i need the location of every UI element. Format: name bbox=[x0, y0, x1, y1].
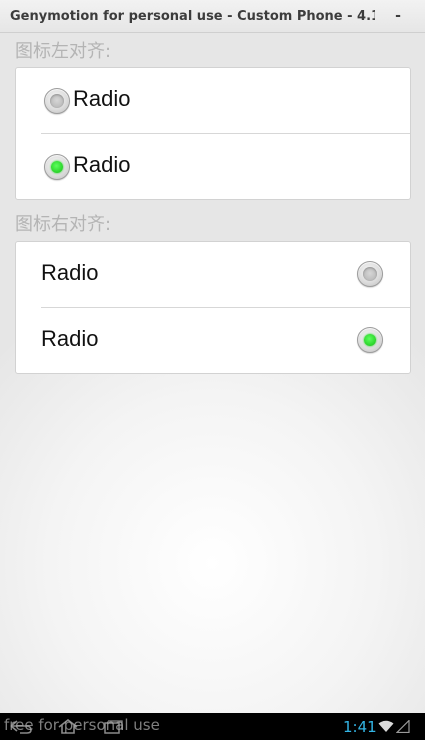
wifi-icon bbox=[378, 720, 394, 732]
radio-option-right-2[interactable]: Radio bbox=[16, 308, 410, 373]
section-header-left-aligned: 图标左对齐: bbox=[15, 41, 112, 62]
radio-option-left-2[interactable]: Radio bbox=[16, 134, 410, 199]
radio-button-unchecked-icon[interactable] bbox=[44, 88, 70, 114]
app-content: 图标左对齐: Radio Radio 图标右对齐: Radio Radio bbox=[0, 33, 425, 713]
section-header-right-aligned: 图标右对齐: bbox=[15, 214, 112, 235]
system-navigation-bar: free for personal use 1:41 bbox=[0, 713, 425, 740]
status-clock: 1:41 bbox=[343, 718, 377, 736]
radio-button-checked-icon[interactable] bbox=[357, 327, 383, 353]
radio-label: Radio bbox=[41, 326, 99, 351]
radio-group-right-aligned: Radio Radio bbox=[15, 241, 411, 374]
radio-option-left-1[interactable]: Radio bbox=[16, 68, 410, 133]
radio-button-unchecked-icon[interactable] bbox=[357, 261, 383, 287]
window-title-bar[interactable]: Genymotion for personal use - Custom Pho… bbox=[0, 0, 425, 33]
minimize-button[interactable]: - bbox=[390, 6, 406, 26]
watermark-text: free for personal use bbox=[4, 716, 160, 734]
radio-label: Radio bbox=[73, 86, 131, 111]
radio-group-left-aligned: Radio Radio bbox=[15, 67, 411, 200]
signal-icon bbox=[396, 720, 410, 733]
radio-button-checked-icon[interactable] bbox=[44, 154, 70, 180]
window-title: Genymotion for personal use - Custom Pho… bbox=[10, 9, 375, 24]
radio-label: Radio bbox=[73, 152, 131, 177]
radio-option-right-1[interactable]: Radio bbox=[16, 242, 410, 307]
radio-label: Radio bbox=[41, 260, 99, 285]
